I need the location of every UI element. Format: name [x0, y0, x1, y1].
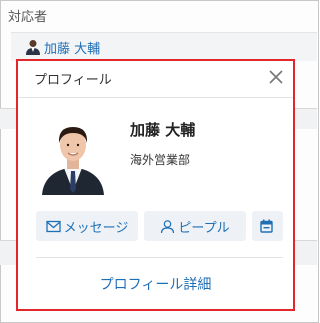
profile-photo: [40, 119, 106, 195]
message-button-label: メッセージ: [63, 220, 129, 236]
popup-header: プロフィール: [18, 61, 293, 98]
close-icon[interactable]: [267, 68, 285, 86]
profile-department: 海外営業部: [130, 153, 191, 167]
background-row: [0, 109, 16, 129]
background-row: [295, 241, 317, 265]
background-row: [0, 241, 16, 265]
people-button-label: ピープル: [178, 220, 230, 236]
profile-details-link[interactable]: プロフィール詳細: [18, 274, 293, 294]
people-button[interactable]: ピープル: [144, 211, 246, 241]
assignee-row: 加藤 大輔: [11, 32, 317, 61]
section-label: 対応者: [8, 10, 48, 25]
assignee-name-link[interactable]: 加藤 大輔: [44, 38, 100, 57]
calendar-icon: [259, 219, 276, 233]
popup-divider: [36, 257, 283, 258]
person-icon: [160, 219, 178, 234]
profile-name: 加藤 大輔: [130, 121, 196, 139]
popup-title: プロフィール: [34, 73, 112, 88]
envelope-icon: [45, 220, 64, 233]
schedule-button[interactable]: [252, 211, 283, 241]
user-avatar-icon: [26, 39, 40, 55]
message-button[interactable]: メッセージ: [36, 211, 138, 241]
profile-popup: プロフィール 加藤 大輔 海外営業部 メッセージ ピープル プロフィール詳細: [16, 59, 295, 311]
background-row: [295, 109, 317, 129]
